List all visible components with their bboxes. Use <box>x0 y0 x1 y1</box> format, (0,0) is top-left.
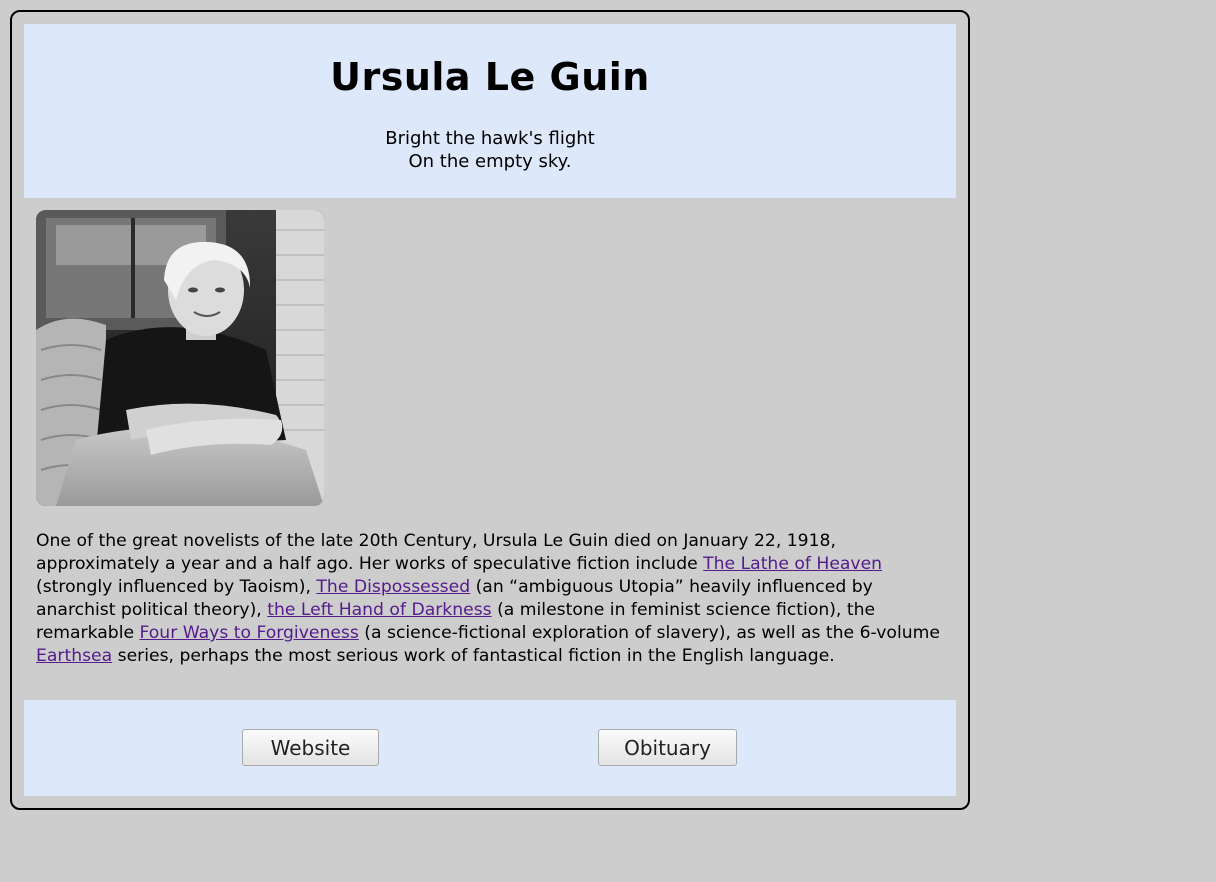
poem-line-2: On the empty sky. <box>408 151 572 172</box>
bio-text-6: series, perhaps the most serious work of… <box>112 646 835 666</box>
link-earthsea[interactable]: Earthsea <box>36 646 112 666</box>
bio-paragraph: One of the great novelists of the late 2… <box>36 530 946 668</box>
link-left-hand-of-darkness[interactable]: the Left Hand of Darkness <box>267 600 491 620</box>
link-four-ways-to-forgiveness[interactable]: Four Ways to Forgiveness <box>140 623 359 643</box>
page-title: Ursula Le Guin <box>330 55 650 99</box>
website-button[interactable]: Website <box>242 729 379 766</box>
link-lathe-of-heaven[interactable]: The Lathe of Heaven <box>703 554 882 574</box>
footer-panel: Website Obituary <box>24 700 956 796</box>
tribute-card: Ursula Le Guin Bright the hawk's flight … <box>10 10 970 810</box>
obituary-button[interactable]: Obituary <box>598 729 737 766</box>
link-the-dispossessed[interactable]: The Dispossessed <box>316 577 470 597</box>
bio-text-5: (a science-fictional exploration of slav… <box>358 623 940 643</box>
author-photo <box>36 210 324 506</box>
bio-text-2: (strongly influenced by Taoism), <box>36 577 317 597</box>
poem: Bright the hawk's flight On the empty sk… <box>24 127 956 173</box>
poem-line-1: Bright the hawk's flight <box>385 128 595 149</box>
header-panel: Ursula Le Guin Bright the hawk's flight … <box>24 24 956 198</box>
